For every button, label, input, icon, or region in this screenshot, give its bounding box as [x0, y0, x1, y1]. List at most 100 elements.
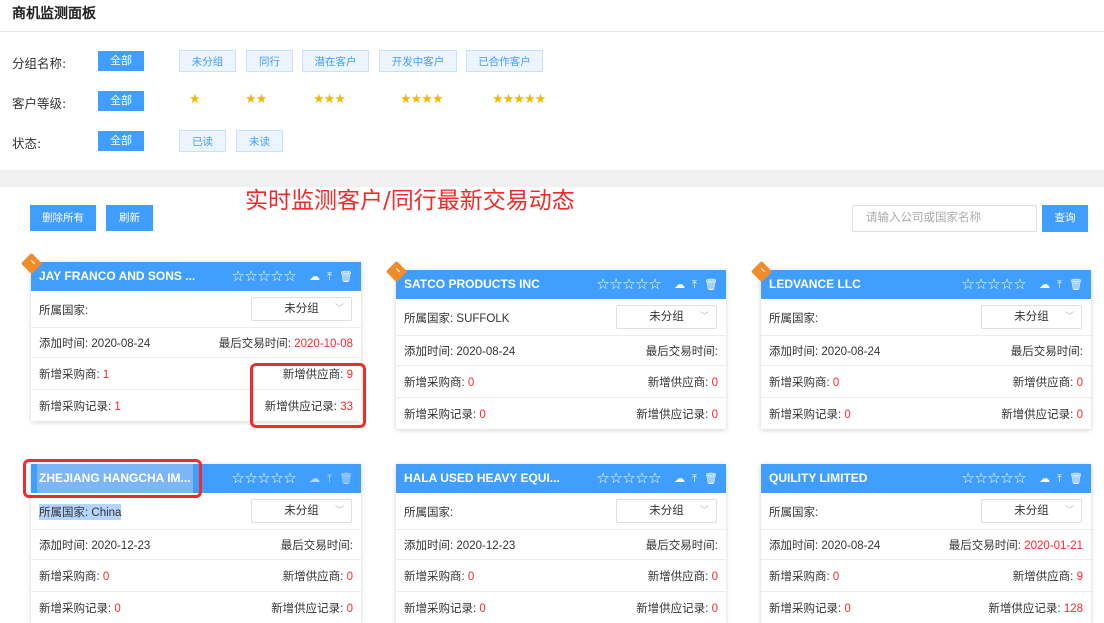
new-buyers-label: 新增采购商: — [769, 571, 830, 583]
new-supply-records-label: 新增供应记录: — [271, 603, 344, 615]
level-all-button[interactable]: 全部 — [98, 91, 144, 111]
company-card[interactable]: LEDVANCE LLC ☆☆☆☆☆ ☁ ⤒ 🗑 所属国家: 未分组 ﹀ 添加时间… — [761, 270, 1091, 429]
new-buy-records-value[interactable]: 0 — [844, 409, 850, 421]
pin-top-icon[interactable]: ⤒ — [692, 279, 697, 290]
level-option-5-star[interactable]: ★★★★★ — [492, 92, 546, 108]
new-buy-records-value[interactable]: 0 — [114, 603, 120, 615]
company-card[interactable]: HALA USED HEAVY EQUI... ☆☆☆☆☆ ☁ ⤒ 🗑 所属国家… — [396, 464, 726, 623]
new-suppliers-value[interactable]: 0 — [347, 571, 353, 583]
level-option-2-star[interactable]: ★★ — [245, 92, 267, 108]
group-option-developing[interactable]: 开发中客户 — [379, 50, 457, 72]
date-row: 添加时间: 2020-08-24 最后交易时间: — [761, 336, 1091, 366]
chevron-down-icon: ﹀ — [1064, 505, 1074, 515]
group-select-value: 未分组 — [1014, 505, 1049, 517]
new-buy-records-label: 新增采购记录: — [404, 603, 477, 615]
pin-top-icon[interactable]: ⤒ — [327, 473, 332, 484]
new-buyers-value[interactable]: 0 — [833, 377, 839, 389]
search-input[interactable]: 请输入公司或国家名称 — [852, 205, 1037, 232]
new-suppliers-label: 新增供应商: — [647, 377, 709, 389]
rating-stars-icon[interactable]: ☆☆☆☆☆ — [961, 464, 1026, 493]
cloud-upload-icon[interactable]: ☁ — [674, 279, 685, 290]
trash-icon[interactable]: 🗑 — [339, 473, 353, 484]
country-label: 所属国家: — [769, 313, 819, 325]
chevron-down-icon: ﹀ — [334, 505, 344, 515]
new-buy-records-label: 新增采购记录: — [769, 603, 842, 615]
company-name[interactable]: QUILITY LIMITED — [769, 464, 867, 493]
company-card[interactable]: SATCO PRODUCTS INC ☆☆☆☆☆ ☁ ⤒ 🗑 所属国家: SUF… — [396, 270, 726, 429]
group-all-button[interactable]: 全部 — [98, 51, 144, 71]
cloud-upload-icon[interactable]: ☁ — [674, 473, 685, 484]
new-suppliers-value[interactable]: 0 — [712, 377, 718, 389]
company-card[interactable]: QUILITY LIMITED ☆☆☆☆☆ ☁ ⤒ 🗑 所属国家: 未分组 ﹀ 添… — [761, 464, 1091, 623]
company-name[interactable]: HALA USED HEAVY EQUI... — [404, 464, 560, 493]
group-select[interactable]: 未分组 ﹀ — [251, 499, 352, 523]
cloud-upload-icon[interactable]: ☁ — [309, 473, 320, 484]
new-supply-records-value[interactable]: 0 — [712, 603, 718, 615]
country-row: 所属国家: 未分组 ﹀ — [396, 493, 726, 530]
new-supply-records-value[interactable]: 0 — [712, 409, 718, 421]
level-option-4-star[interactable]: ★★★★ — [400, 92, 444, 108]
trash-icon[interactable]: 🗑 — [704, 279, 718, 290]
pin-top-icon[interactable]: ⤒ — [1057, 279, 1062, 290]
new-buyers-value[interactable]: 0 — [833, 571, 839, 583]
rating-stars-icon[interactable]: ☆☆☆☆☆ — [231, 262, 296, 291]
company-name[interactable]: JAY FRANCO AND SONS ... — [39, 262, 195, 291]
group-option-prospect[interactable]: 潜在客户 — [302, 50, 369, 72]
new-buyers-value[interactable]: 0 — [468, 377, 474, 389]
search-button[interactable]: 查询 — [1042, 205, 1088, 232]
group-select[interactable]: 未分组 ﹀ — [616, 499, 717, 523]
group-option-cooperating[interactable]: 已合作客户 — [466, 50, 543, 72]
pin-top-icon[interactable]: ⤒ — [327, 271, 332, 282]
group-select-value: 未分组 — [284, 303, 319, 315]
rating-stars-icon[interactable]: ☆☆☆☆☆ — [961, 270, 1026, 299]
trash-icon[interactable]: 🗑 — [1069, 473, 1083, 484]
add-time-label: 添加时间: — [404, 346, 454, 358]
level-option-1-star[interactable]: ★ — [189, 92, 201, 108]
company-name[interactable]: SATCO PRODUCTS INC — [404, 270, 540, 299]
new-buy-records-value[interactable]: 0 — [479, 603, 485, 615]
chevron-down-icon: ﹀ — [699, 505, 709, 515]
new-supply-records-value[interactable]: 0 — [1077, 409, 1083, 421]
new-buy-records-value[interactable]: 0 — [844, 603, 850, 615]
add-time-value: 2020-08-24 — [821, 346, 881, 358]
group-select[interactable]: 未分组 ﹀ — [981, 499, 1082, 523]
cloud-upload-icon[interactable]: ☁ — [1039, 473, 1050, 484]
new-buyers-value[interactable]: 1 — [103, 369, 109, 381]
refresh-button[interactable]: 刷新 — [106, 205, 153, 231]
trash-icon[interactable]: 🗑 — [704, 473, 718, 484]
new-partners-row: 新增采购商: 0 新增供应商: 0 — [396, 560, 726, 592]
pin-top-icon[interactable]: ⤒ — [1057, 473, 1062, 484]
group-option-peer[interactable]: 同行 — [246, 50, 293, 72]
new-suppliers-value[interactable]: 9 — [1077, 571, 1083, 583]
group-select[interactable]: 未分组 ﹀ — [251, 297, 352, 321]
status-all-button[interactable]: 全部 — [98, 131, 144, 151]
company-name[interactable]: LEDVANCE LLC — [769, 270, 861, 299]
group-select[interactable]: 未分组 ﹀ — [981, 305, 1082, 329]
new-buyers-value[interactable]: 0 — [468, 571, 474, 583]
new-supply-records-label: 新增供应记录: — [1001, 409, 1074, 421]
new-suppliers-value[interactable]: 0 — [1077, 377, 1083, 389]
cloud-upload-icon[interactable]: ☁ — [1039, 279, 1050, 290]
add-time-label: 添加时间: — [769, 346, 819, 358]
rating-stars-icon[interactable]: ☆☆☆☆☆ — [596, 464, 661, 493]
rating-stars-icon[interactable]: ☆☆☆☆☆ — [231, 464, 296, 493]
trash-icon[interactable]: 🗑 — [1069, 279, 1083, 290]
status-option-read[interactable]: 已读 — [179, 130, 226, 152]
group-select-value: 未分组 — [649, 311, 684, 323]
status-option-unread[interactable]: 未读 — [236, 130, 283, 152]
level-option-3-star[interactable]: ★★★ — [313, 92, 346, 108]
pin-top-icon[interactable]: ⤒ — [692, 473, 697, 484]
group-select[interactable]: 未分组 ﹀ — [616, 305, 717, 329]
rating-stars-icon[interactable]: ☆☆☆☆☆ — [596, 270, 661, 299]
trash-icon[interactable]: 🗑 — [339, 271, 353, 282]
new-supply-records-value[interactable]: 0 — [347, 603, 353, 615]
new-buy-records-value[interactable]: 0 — [479, 409, 485, 421]
cloud-upload-icon[interactable]: ☁ — [309, 271, 320, 282]
group-option-ungrouped[interactable]: 未分组 — [179, 50, 236, 72]
new-buy-records-value[interactable]: 1 — [114, 401, 120, 413]
new-buyers-value[interactable]: 0 — [103, 571, 109, 583]
new-supply-records-value[interactable]: 128 — [1064, 603, 1083, 615]
new-suppliers-value[interactable]: 0 — [712, 571, 718, 583]
chevron-down-icon: ﹀ — [1064, 311, 1074, 321]
delete-all-button[interactable]: 删除所有 — [30, 205, 96, 231]
